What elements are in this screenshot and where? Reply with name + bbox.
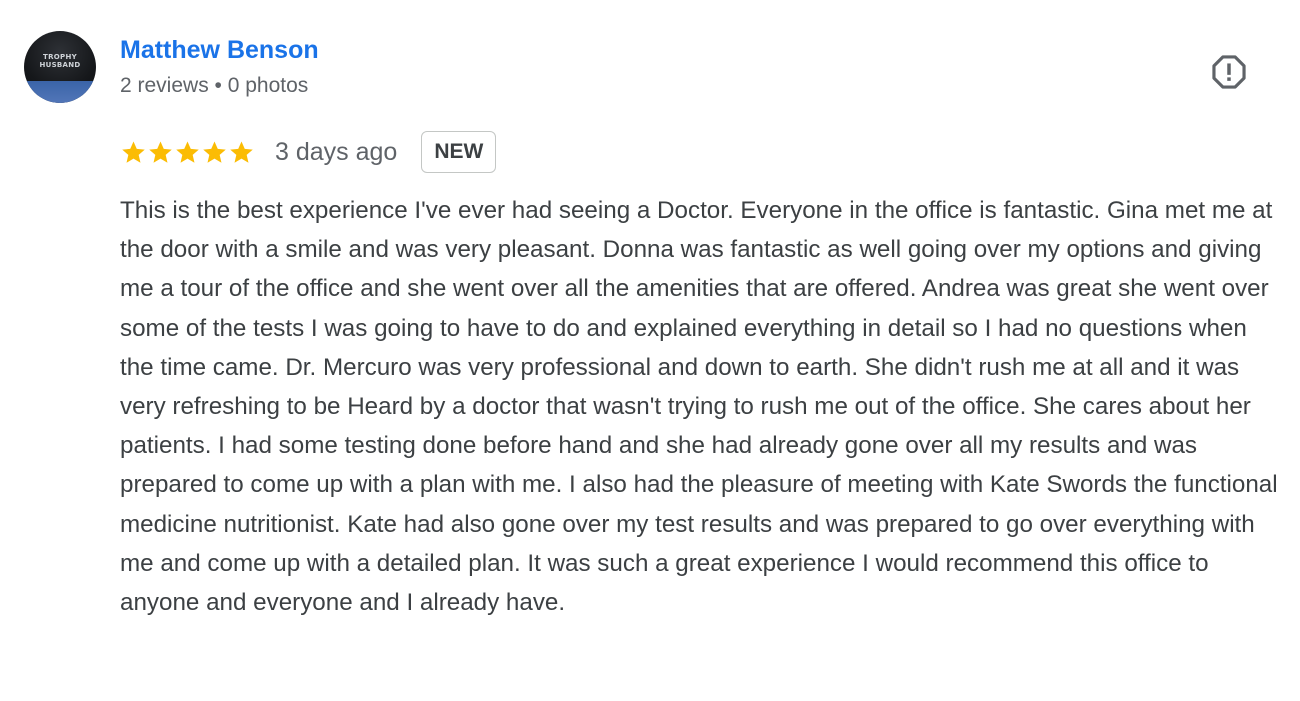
rating-row: 3 days ago NEW (120, 129, 497, 175)
report-button[interactable] (1208, 51, 1250, 93)
star-icon (203, 140, 226, 163)
star-icon (230, 140, 253, 163)
review-card: TROPHY HUSBAND Matthew Benson 2 reviews … (0, 0, 1300, 701)
avatar-caption: TROPHY HUSBAND (39, 53, 81, 69)
avatar-shirt (24, 81, 96, 103)
star-icon (176, 140, 199, 163)
author-name-link[interactable]: Matthew Benson (120, 33, 319, 67)
star-icon (122, 140, 145, 163)
review-text: This is the best experience I've ever ha… (120, 197, 1278, 617)
star-icon (149, 140, 172, 163)
review-time: 3 days ago (275, 138, 398, 166)
star-rating (120, 139, 255, 166)
author-meta: 2 reviews • 0 photos (120, 74, 309, 97)
report-flag-icon (1212, 55, 1246, 89)
avatar[interactable]: TROPHY HUSBAND (24, 31, 96, 103)
new-badge: NEW (421, 131, 497, 173)
